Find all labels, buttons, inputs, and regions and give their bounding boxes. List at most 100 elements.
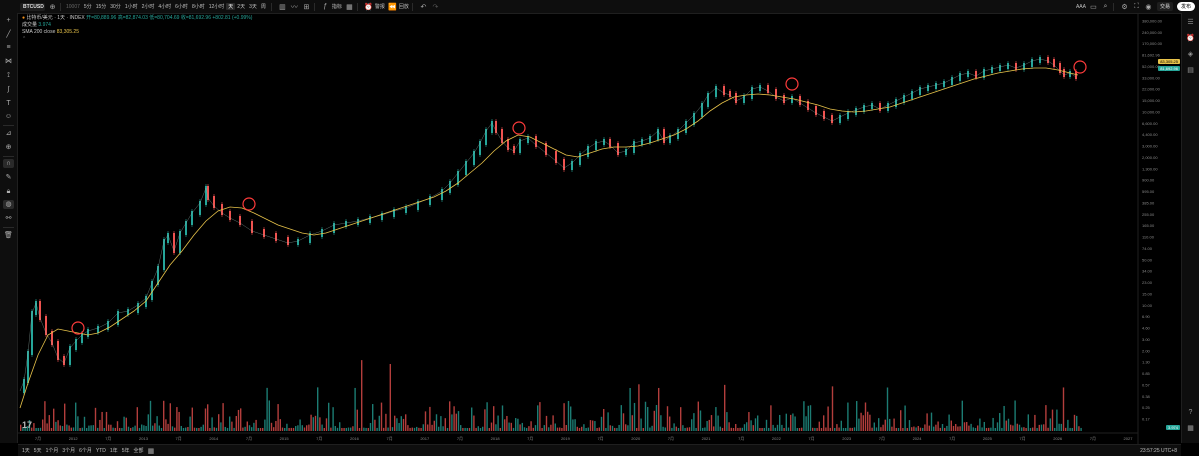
layout-name[interactable]: AAA xyxy=(1076,4,1086,10)
volume-bar xyxy=(226,427,229,431)
layers-icon[interactable]: ◈ xyxy=(1185,50,1196,60)
camera-icon[interactable]: ◉ xyxy=(1144,2,1153,11)
zoom-icon[interactable]: ⊕ xyxy=(3,143,14,152)
trade-button[interactable]: 交易 xyxy=(1156,2,1173,11)
volume-bar xyxy=(290,427,292,431)
range-5[interactable]: YTD xyxy=(96,448,106,454)
candle xyxy=(815,106,817,115)
magnet-icon[interactable]: ∩ xyxy=(3,159,14,168)
search-icon[interactable]: ⌕ xyxy=(1101,2,1110,11)
volume-bar xyxy=(649,427,651,431)
hide-icon[interactable]: ◍ xyxy=(3,200,14,209)
volume-bar xyxy=(823,415,825,431)
emoji-icon[interactable]: ☺ xyxy=(3,112,14,121)
alert-button[interactable]: 警报 xyxy=(375,3,385,10)
volume-bar xyxy=(196,427,198,431)
compare-icon[interactable]: ⊞ xyxy=(302,2,311,11)
volume-bar xyxy=(372,404,374,431)
timeframe-5[interactable]: 2小时 xyxy=(140,3,157,10)
bar-style-icon[interactable]: ▥ xyxy=(278,2,287,11)
clock: 23:57:25 UTC+8 xyxy=(1140,447,1177,454)
line-chart-icon[interactable]: 〰 xyxy=(290,2,299,11)
timeframe-6[interactable]: 4小时 xyxy=(156,3,173,10)
layout-icon[interactable]: ▭ xyxy=(1089,2,1098,11)
notifications-icon[interactable]: ▦ xyxy=(1185,424,1196,434)
trendline-icon[interactable]: ╱ xyxy=(3,30,14,39)
timeframe-12[interactable]: 3天 xyxy=(247,3,259,10)
indicators-icon[interactable]: ƒ xyxy=(321,2,330,11)
symbol-search[interactable]: BTCUSD xyxy=(20,2,45,11)
volume-bar xyxy=(917,425,919,431)
text-icon[interactable]: T xyxy=(3,99,14,108)
timeframe-7[interactable]: 6小时 xyxy=(173,3,190,10)
link-icon[interactable]: ⚯ xyxy=(3,214,14,223)
timeframe-3[interactable]: 30分 xyxy=(108,3,123,10)
range-6[interactable]: 1年 xyxy=(110,447,118,454)
range-1[interactable]: 5天 xyxy=(34,447,42,454)
volume-bar xyxy=(675,426,677,431)
volume-bar xyxy=(442,426,444,431)
alert-icon[interactable]: ⏰ xyxy=(364,2,373,11)
timeframe-10[interactable]: 天 xyxy=(226,3,236,10)
watchlist-icon[interactable]: ☰ xyxy=(1185,18,1196,28)
volume-bar xyxy=(301,425,303,431)
trash-icon[interactable]: 🗑︎ xyxy=(3,231,14,240)
timeframe-0[interactable]: 10007 xyxy=(64,4,82,10)
crosshair-icon[interactable]: + xyxy=(3,16,14,25)
volume-bar xyxy=(867,411,869,431)
collapse-legend-icon[interactable]: ⌃ xyxy=(22,36,252,43)
pattern-icon[interactable]: ⋈ xyxy=(3,57,14,66)
volume-bar xyxy=(803,401,805,431)
time-axis-label: 2018 xyxy=(491,436,501,441)
undo-icon[interactable]: ↶ xyxy=(419,2,428,11)
redo-icon[interactable]: ↷ xyxy=(431,2,440,11)
brush-icon[interactable]: ∫ xyxy=(3,85,14,94)
volume-bar xyxy=(983,421,985,431)
timeframe-11[interactable]: 2天 xyxy=(235,3,247,10)
range-7[interactable]: 5年 xyxy=(122,447,130,454)
add-symbol-icon[interactable]: ⊕ xyxy=(48,2,57,11)
templates-icon[interactable]: ▦ xyxy=(345,2,354,11)
candle xyxy=(657,129,659,140)
volume-bar xyxy=(952,425,955,431)
range-4[interactable]: 6个月 xyxy=(79,447,92,454)
calendar-icon[interactable]: ▦ xyxy=(146,446,155,455)
range-2[interactable]: 1个月 xyxy=(46,447,59,454)
alerts-icon[interactable]: ⏰ xyxy=(1185,34,1196,44)
volume-bar xyxy=(774,427,776,431)
volume-bar xyxy=(776,424,779,431)
volume-bar xyxy=(46,423,48,431)
volume-bar xyxy=(922,427,924,431)
price-chart[interactable]: 380,000.00 240,000.00 170,000.00 81,692.96 5… xyxy=(18,13,1181,444)
stay-drawing-icon[interactable]: ✎ xyxy=(3,173,14,182)
price-axis-label: 15.00 xyxy=(1142,291,1153,296)
replay-button[interactable]: 回放 xyxy=(399,3,409,10)
range-3[interactable]: 3个月 xyxy=(62,447,75,454)
volume-bar xyxy=(343,427,345,431)
volume-bar xyxy=(583,424,585,431)
fullscreen-icon[interactable]: ⛶ xyxy=(1132,2,1141,11)
timeframe-9[interactable]: 12小时 xyxy=(207,3,227,10)
timeframe-4[interactable]: 1小时 xyxy=(123,3,140,10)
volume-bar xyxy=(504,419,506,431)
timeframe-2[interactable]: 15分 xyxy=(94,3,109,10)
volume-bar xyxy=(603,408,605,431)
ruler-icon[interactable]: ⊿ xyxy=(3,129,14,138)
volume-bar xyxy=(926,413,928,431)
timeframe-1[interactable]: 5分 xyxy=(82,3,94,10)
timeframe-13[interactable]: 周 xyxy=(259,3,268,10)
lock-icon[interactable]: 🔒︎ xyxy=(3,187,14,196)
fib-icon[interactable]: ≡ xyxy=(3,43,14,52)
volume-bar xyxy=(1025,428,1027,431)
replay-icon[interactable]: ⏪ xyxy=(388,2,397,11)
news-icon[interactable]: ▤ xyxy=(1185,66,1196,76)
range-0[interactable]: 1天 xyxy=(22,447,30,454)
settings-icon[interactable]: ⚙ xyxy=(1120,2,1129,11)
indicators-button[interactable]: 指标 xyxy=(332,3,342,10)
help-icon[interactable]: ? xyxy=(1185,408,1196,418)
range-8[interactable]: 全部 xyxy=(133,447,143,454)
prediction-icon[interactable]: ⟟ xyxy=(3,71,14,80)
volume-bar xyxy=(750,420,752,431)
timeframe-8[interactable]: 8小时 xyxy=(190,3,207,10)
publish-button[interactable]: 发布 xyxy=(1176,2,1195,11)
